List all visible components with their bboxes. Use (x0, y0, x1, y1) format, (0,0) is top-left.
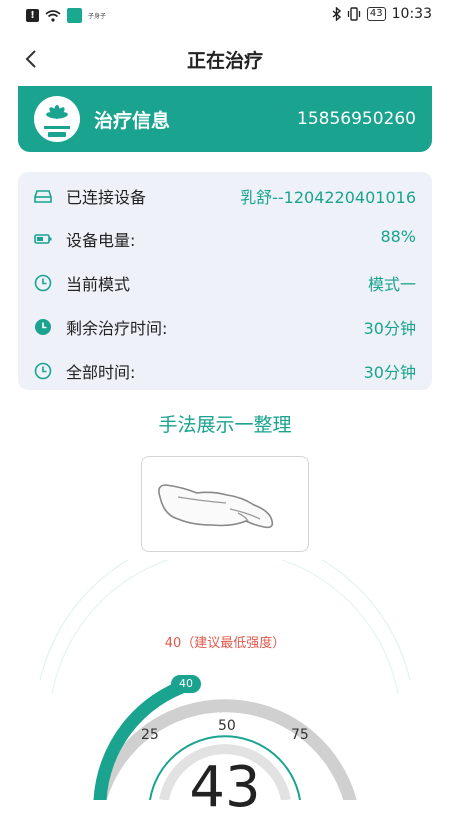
info-value: 乳舒--1204220401016 (240, 188, 416, 207)
info-row-battery: 设备电量: 88% (18, 223, 432, 253)
technique-title: 手法展示一整理 (158, 414, 292, 436)
alert-icon: ! (26, 9, 39, 22)
battery-indicator: 43 (366, 7, 386, 21)
info-label: 当前模式 (66, 275, 131, 294)
info-row-remaining: 剩余治疗时间: 30分钟 (18, 311, 432, 341)
app-notification-icon (67, 8, 82, 23)
treatment-info-banner: 治疗信息 15856950260 (18, 86, 432, 152)
info-value: 30分钟 (363, 363, 416, 382)
info-label: 设备电量: (66, 231, 136, 250)
phone-number: 15856950260 (297, 109, 416, 129)
info-label: 剩余治疗时间: (66, 319, 168, 338)
device-icon (34, 187, 52, 205)
status-tiny-text: 子身子 (88, 13, 107, 20)
vibrate-icon (347, 7, 361, 21)
gauge-tick-75: 75 (291, 727, 309, 743)
bluetooth-icon (332, 7, 341, 21)
banner-title: 治疗信息 (94, 110, 171, 132)
info-label: 已连接设备 (66, 188, 147, 207)
gauge-tick-25: 25 (141, 727, 159, 743)
info-value: 模式一 (367, 275, 416, 294)
app-header: 正在治疗 (0, 34, 450, 84)
current-intensity-value: 43 (189, 755, 261, 820)
gauge-marker[interactable]: 40 (171, 675, 201, 693)
device-info-card: 已连接设备 乳舒--1204220401016 设备电量: 88% 当前模式 模… (18, 172, 432, 390)
status-bar: ! 子身子 43 10:33 (0, 0, 450, 34)
clock-icon (34, 274, 52, 292)
wifi-icon (45, 9, 61, 22)
technique-image (141, 456, 309, 552)
gauge-tick-50: 50 (218, 718, 236, 734)
lotus-logo-icon (34, 96, 80, 142)
info-value: 30分钟 (363, 319, 416, 338)
info-row-total: 全部时间: 30分钟 (18, 355, 432, 385)
min-strength-hint: 40（建议最低强度） (164, 636, 286, 651)
clock-icon (34, 362, 52, 380)
info-label: 全部时间: (66, 363, 136, 382)
info-row-mode: 当前模式 模式一 (18, 267, 432, 297)
page-title: 正在治疗 (186, 50, 263, 72)
info-value: 88% (380, 227, 416, 246)
clock-filled-icon (34, 318, 52, 336)
info-row-device: 已连接设备 乳舒--1204220401016 (18, 180, 432, 210)
battery-icon (34, 230, 52, 248)
hand-icon (158, 484, 274, 529)
clock: 10:33 (391, 6, 432, 22)
